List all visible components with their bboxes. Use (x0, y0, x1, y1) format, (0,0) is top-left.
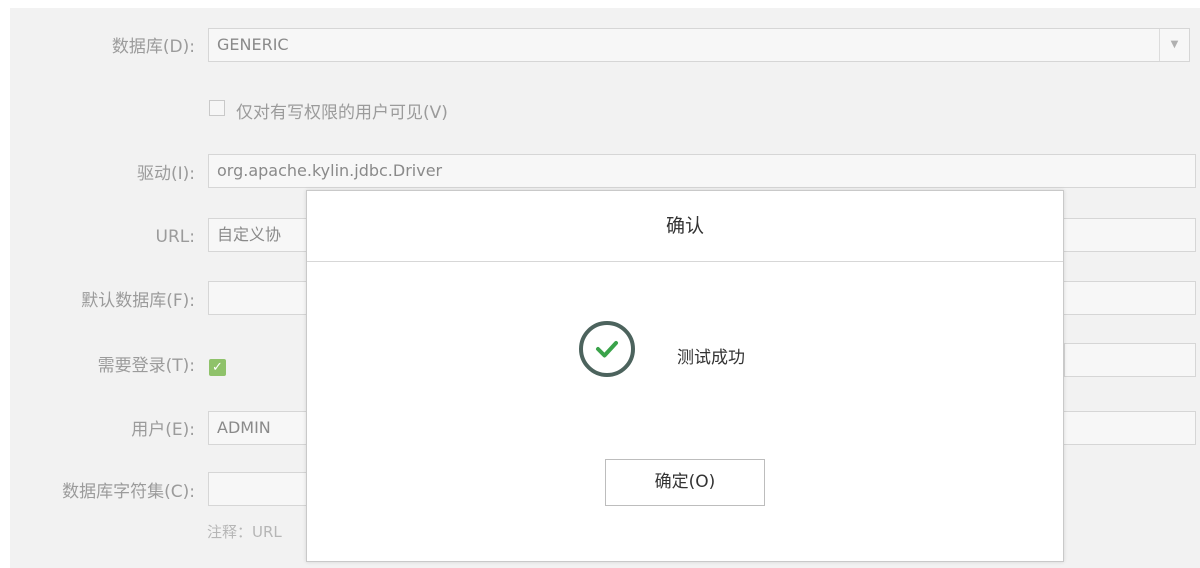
url-value: 自定义协 (217, 225, 282, 244)
login-required-label: 需要登录(T): (97, 356, 195, 376)
visible-only-checkbox[interactable] (209, 100, 225, 116)
driver-value: org.apache.kylin.jdbc.Driver (217, 161, 443, 180)
success-check-icon (579, 321, 635, 377)
charset-field[interactable] (208, 472, 318, 506)
url-label: URL: (155, 227, 195, 247)
confirm-dialog: 确认 测试成功 确定(O) (306, 190, 1064, 562)
database-value: GENERIC (217, 35, 289, 54)
database-label: 数据库(D): (111, 37, 195, 57)
note-text: 注释：URL (207, 523, 282, 541)
charset-label: 数据库字符集(C): (62, 482, 195, 502)
user-value: ADMIN (217, 418, 271, 437)
login-row-field (1064, 343, 1196, 377)
default-db-label: 默认数据库(F): (81, 291, 195, 311)
user-label: 用户(E): (131, 420, 195, 440)
visible-only-label: 仅对有写权限的用户可见(V) (236, 103, 448, 123)
login-required-checkbox[interactable]: ✓ (209, 359, 226, 376)
driver-field[interactable]: org.apache.kylin.jdbc.Driver (208, 154, 1196, 188)
driver-label: 驱动(I): (136, 164, 195, 184)
chevron-down-icon[interactable]: ▼ (1159, 29, 1189, 61)
dialog-message: 测试成功 (677, 348, 745, 368)
database-select[interactable]: GENERIC ▼ (208, 28, 1190, 62)
dialog-title: 确认 (307, 191, 1063, 262)
ok-button[interactable]: 确定(O) (605, 459, 765, 506)
